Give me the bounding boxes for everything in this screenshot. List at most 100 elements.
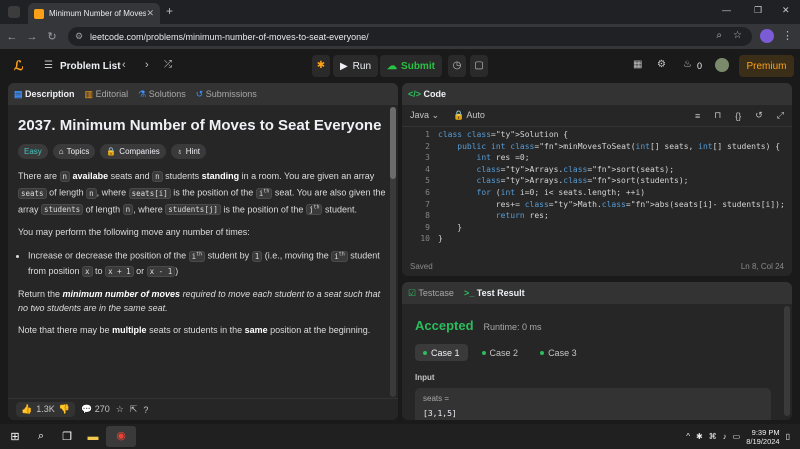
auto-mode-toggle[interactable]: 🔒 Auto: [453, 110, 485, 121]
flask-icon: ⚗: [138, 88, 147, 99]
tab-submissions[interactable]: ↺ Submissions: [196, 89, 257, 100]
scrollbar-thumb[interactable]: [390, 107, 396, 179]
file-explorer-icon[interactable]: ▬: [80, 431, 106, 443]
taskbar-clock[interactable]: 9:39 PM 8/19/2024: [746, 428, 779, 446]
shuffle-icon[interactable]: ⤮: [164, 59, 172, 70]
run-button[interactable]: ▶ Run: [333, 55, 378, 77]
case-3-label: Case 3: [548, 347, 577, 358]
tab-code[interactable]: </> Code: [408, 89, 446, 99]
bookmark-star-icon[interactable]: ☆: [733, 30, 742, 41]
hint-tag[interactable]: ♁ Hint: [170, 144, 206, 159]
tab-test-result[interactable]: >_ Test Result: [464, 288, 525, 298]
premium-button[interactable]: Premium: [739, 55, 794, 77]
play-icon: ▶: [339, 60, 348, 72]
comment-count: 270: [94, 404, 110, 414]
tab-search-button[interactable]: [8, 6, 20, 18]
search-icon[interactable]: ⌕: [28, 430, 54, 443]
window-maximize-button[interactable]: ❐: [754, 5, 762, 16]
battery-icon[interactable]: ▭: [733, 432, 741, 441]
bookmark-icon[interactable]: ⊓: [714, 110, 721, 121]
timer-icon[interactable]: ◷: [448, 55, 466, 77]
code-line[interactable]: 7 res+= class="ty">Math.class="fn">abs(s…: [402, 199, 792, 211]
code-line[interactable]: 6 for (int i=0; i< seats.length; ++i): [402, 187, 792, 199]
input-label: Input: [415, 373, 435, 382]
comment-button[interactable]: 💬 270: [81, 404, 110, 415]
task-view-icon[interactable]: ❐: [54, 430, 80, 443]
streak-fire-icon[interactable]: ♨: [683, 59, 692, 70]
debug-bug-icon[interactable]: ✱: [312, 55, 330, 77]
format-icon[interactable]: ≡: [695, 111, 700, 121]
code-line[interactable]: 8 return res;: [402, 210, 792, 222]
code-editor-panel: </> Code Java ⌄ 🔒 Auto ≡ ⊓ {} ↺ ⤢ 1 class…: [402, 83, 792, 276]
thumbs-down-icon[interactable]: 👎: [59, 404, 70, 415]
thumbs-up-icon: 👍: [21, 404, 33, 414]
leetcode-logo-icon[interactable]: ℒ: [14, 58, 23, 74]
pass-dot-icon: [540, 350, 545, 355]
browser-toolbar: ← → ↻ ⚙ leetcode.com/problems/minimum-nu…: [0, 24, 800, 49]
prev-problem-icon[interactable]: ‹: [122, 59, 126, 71]
problem-title[interactable]: 2037. Minimum Number of Moves to Seat Ev…: [18, 115, 388, 136]
tab-close-icon[interactable]: ✕: [146, 8, 154, 19]
case-tab-3[interactable]: Case 3: [532, 344, 585, 361]
tab-description[interactable]: ▤ Description: [14, 89, 75, 100]
problem-list-link[interactable]: Problem List: [60, 61, 121, 72]
fullscreen-icon[interactable]: ⤢: [777, 110, 784, 121]
notes-icon[interactable]: ▢: [470, 55, 488, 77]
chrome-icon[interactable]: ◉: [106, 426, 136, 447]
code-line[interactable]: 9 }: [402, 222, 792, 234]
browser-menu-icon[interactable]: ⋮: [782, 29, 793, 42]
code-line[interactable]: 2 public int class="fn">minMovesToSeat(i…: [402, 141, 792, 153]
settings-gear-icon[interactable]: ⚙: [657, 59, 666, 70]
site-info-icon[interactable]: ⚙: [75, 31, 83, 42]
profile-avatar[interactable]: [760, 29, 774, 43]
share-icon[interactable]: ⇱: [130, 404, 138, 415]
leetcode-favicon-icon: [34, 8, 44, 19]
new-tab-button[interactable]: +: [166, 4, 173, 18]
browser-tab[interactable]: Minimum Number of Moves to Seat Everyone…: [28, 3, 160, 24]
case-tab-2[interactable]: Case 2: [474, 344, 527, 361]
reload-icon[interactable]: ↻: [42, 30, 62, 43]
companies-tag[interactable]: 🔒 Companies: [100, 144, 166, 159]
address-bar[interactable]: ⚙ leetcode.com/problems/minimum-number-o…: [68, 27, 752, 46]
result-scrollbar[interactable]: [784, 306, 790, 416]
tab-testcase[interactable]: ☑ Testcase: [408, 288, 454, 299]
window-close-button[interactable]: ✕: [782, 5, 790, 16]
line-number: 9: [425, 222, 430, 232]
code-editor[interactable]: 1 class class="ty">Solution {2 public int…: [402, 129, 792, 245]
help-icon[interactable]: ?: [143, 405, 148, 415]
system-tray: ^ ✱ ⌘ ♪ ▭ 9:39 PM 8/19/2024 ▯: [686, 424, 790, 449]
tab-editorial[interactable]: ▥ Editorial: [85, 89, 129, 100]
next-problem-icon[interactable]: ›: [145, 59, 149, 71]
language-select[interactable]: Java ⌄: [410, 110, 439, 121]
network-icon[interactable]: ⌘: [709, 432, 717, 441]
bluetooth-icon[interactable]: ✱: [696, 432, 703, 441]
tab-solutions[interactable]: ⚗ Solutions: [138, 89, 186, 100]
case-tab-1[interactable]: Case 1: [415, 344, 468, 361]
back-arrow-icon[interactable]: ←: [2, 31, 22, 43]
submit-button[interactable]: ☁ Submit: [380, 55, 442, 77]
reset-icon[interactable]: ↺: [755, 110, 763, 121]
layout-grid-icon[interactable]: ▦: [633, 59, 642, 70]
topics-tag[interactable]: ⌂ Topics: [52, 144, 96, 159]
code-line[interactable]: 10}: [402, 233, 792, 245]
like-button[interactable]: 👍 1.3K 👎: [16, 402, 75, 417]
volume-icon[interactable]: ♪: [723, 432, 727, 441]
user-avatar[interactable]: [715, 58, 729, 72]
windows-start-icon[interactable]: ⊞: [2, 430, 28, 443]
tray-chevron-icon[interactable]: ^: [686, 432, 690, 441]
cursor-position: Ln 8, Col 24: [740, 261, 784, 271]
braces-icon[interactable]: {}: [735, 111, 741, 121]
description-scrollbar[interactable]: [390, 107, 396, 397]
code-line[interactable]: 5 class="ty">Arrays.class="fn">sort(stud…: [402, 175, 792, 187]
code-line[interactable]: 1 class class="ty">Solution {: [402, 129, 792, 141]
code-text: public int class="fn">minMovesToSeat(int…: [457, 141, 781, 151]
checkbox-icon: ☑: [408, 287, 417, 298]
input-var-value: [3,1,5]: [423, 409, 457, 418]
code-line[interactable]: 4 class="ty">Arrays.class="fn">sort(seat…: [402, 164, 792, 176]
notification-icon[interactable]: ▯: [786, 432, 790, 441]
forward-arrow-icon[interactable]: →: [22, 31, 42, 43]
code-line[interactable]: 3 int res =0;: [402, 152, 792, 164]
window-minimize-button[interactable]: —: [722, 5, 731, 15]
favorite-star-icon[interactable]: ☆: [116, 404, 124, 415]
zoom-icon[interactable]: ⌕: [716, 30, 722, 41]
